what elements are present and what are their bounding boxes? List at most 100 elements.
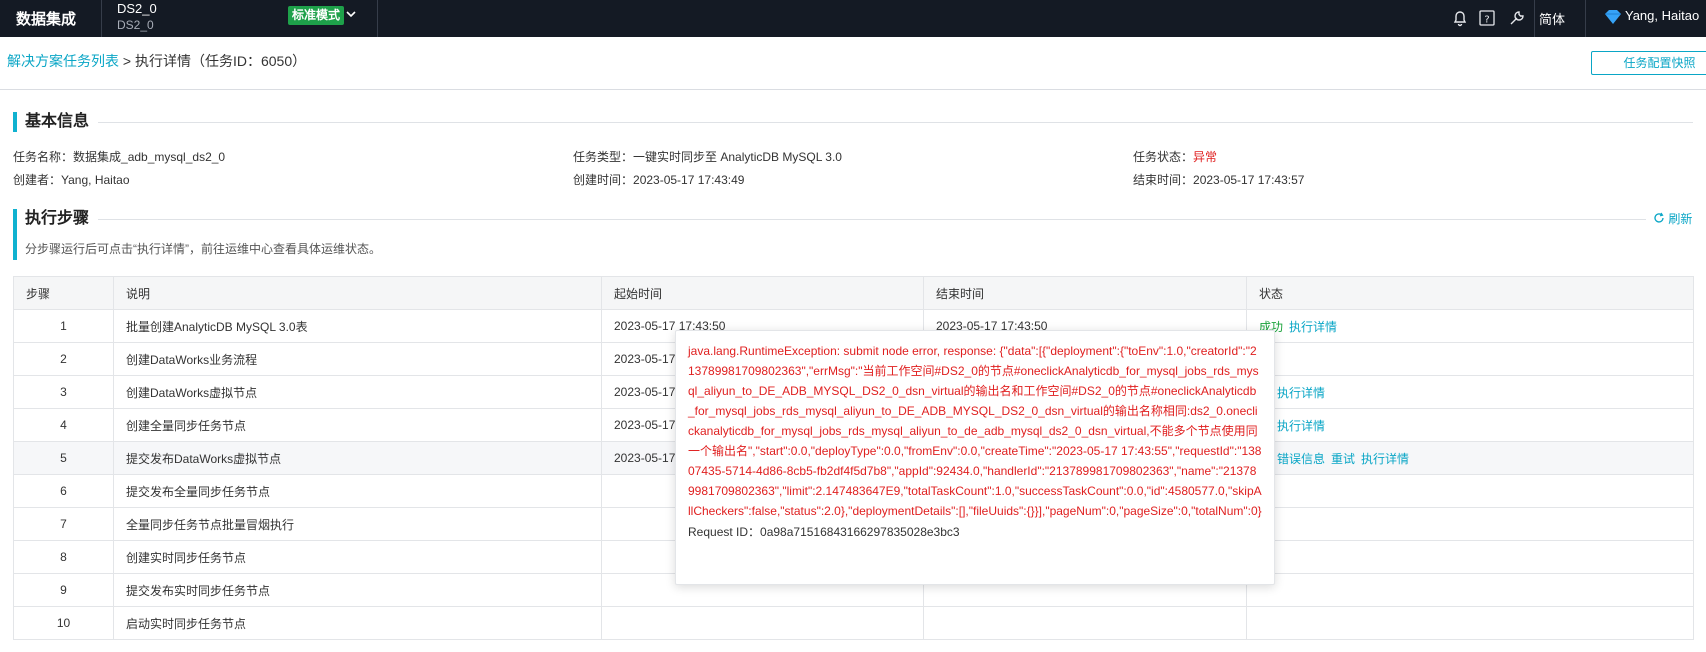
product-title[interactable]: 数据集成 (16, 8, 76, 29)
section-title: 执行步骤 (25, 210, 90, 227)
exec-detail-link[interactable]: 执行详情 (1361, 452, 1409, 466)
creator-value: Yang, Haitao (61, 173, 130, 187)
label: 创建时间： (573, 173, 634, 187)
hint-accent (13, 228, 17, 260)
step-status-cell: 功执行详情 (1246, 408, 1694, 442)
step-status-cell: 功 (1246, 342, 1694, 376)
task-config-snapshot-button[interactable]: 任务配置快照 (1591, 51, 1706, 75)
exec-detail-link[interactable]: 执行详情 (1277, 419, 1325, 433)
step-number: 9 (13, 573, 114, 607)
column-header: 步骤 (13, 276, 114, 310)
divider (1534, 0, 1535, 37)
bell-icon[interactable] (1449, 7, 1471, 29)
step-number: 10 (13, 606, 114, 640)
step-desc: 创建DataWorks业务流程 (113, 342, 602, 376)
step-status-cell (1246, 507, 1694, 541)
task-name-field: 任务名称：数据集成_adb_mysql_ds2_0 (13, 148, 225, 165)
section-title: 基本信息 (25, 113, 90, 130)
divider (101, 0, 102, 37)
task-type-value: 一键实时同步至 AnalyticDB MySQL 3.0 (633, 150, 842, 164)
task-status-field: 任务状态：异常 (1133, 148, 1217, 165)
retry-link[interactable]: 重试 (1331, 452, 1355, 466)
user-diamond-icon (1604, 9, 1622, 28)
step-desc: 创建DataWorks虚拟节点 (113, 375, 602, 409)
step-desc: 创建全量同步任务节点 (113, 408, 602, 442)
exec-detail-link[interactable]: 执行详情 (1289, 320, 1337, 334)
step-desc: 提交发布DataWorks虚拟节点 (113, 441, 602, 475)
svg-text:?: ? (1484, 15, 1489, 26)
step-number: 8 (13, 540, 114, 574)
divider (98, 122, 1693, 123)
divider (98, 219, 1646, 220)
creator-field: 创建者：Yang, Haitao (13, 171, 130, 188)
step-desc: 提交发布全量同步任务节点 (113, 474, 602, 508)
workspace-selector[interactable]: DS2_0 DS2_0 (117, 1, 157, 33)
section-accent (13, 209, 17, 229)
top-bar: 数据集成 DS2_0 DS2_0 标准模式 ? 简体 Yang, Haitao (0, 0, 1706, 37)
workspace-sub: DS2_0 (117, 18, 154, 32)
step-number: 4 (13, 408, 114, 442)
label: 任务状态： (1133, 150, 1194, 164)
step-number: 2 (13, 342, 114, 376)
refresh-button[interactable]: 刷新 (1653, 210, 1692, 227)
task-status-value: 异常 (1193, 150, 1218, 164)
step-desc: 提交发布实时同步任务节点 (113, 573, 602, 607)
column-header: 起始时间 (601, 276, 924, 310)
workspace-name: DS2_0 (117, 1, 157, 16)
divider (1585, 0, 1586, 37)
table-row: 10 启动实时同步任务节点 (13, 606, 1694, 640)
label: 创建者： (13, 173, 62, 187)
column-header: 状态 (1246, 276, 1694, 310)
refresh-label: 刷新 (1668, 212, 1693, 226)
divider (377, 0, 378, 37)
exec-detail-link[interactable]: 执行详情 (1277, 386, 1325, 400)
column-header: 说明 (113, 276, 602, 310)
divider (0, 89, 1706, 90)
error-info-link[interactable]: 错误信息 (1277, 452, 1325, 466)
steps-hint: 分步骤运行后可点击“执行详情”，前往运维中心查看具体运维状态。 (25, 242, 381, 256)
step-start (601, 606, 924, 640)
label: 任务名称： (13, 150, 74, 164)
step-number: 3 (13, 375, 114, 409)
language-switcher[interactable]: 简体 (1539, 9, 1565, 28)
mode-badge[interactable]: 标准模式 (288, 6, 345, 25)
create-time-field: 创建时间：2023-05-17 17:43:49 (573, 171, 744, 188)
label: 结束时间： (1133, 173, 1194, 187)
step-status-cell: 成功 执行详情 (1246, 309, 1694, 343)
request-id: Request ID：0a98a71516843166297835028e3bc… (688, 525, 960, 539)
refresh-icon (1654, 212, 1664, 223)
create-time-value: 2023-05-17 17:43:49 (633, 173, 745, 187)
step-status-cell (1246, 540, 1694, 574)
step-status-cell: 功执行详情 (1246, 375, 1694, 409)
column-header: 结束时间 (923, 276, 1247, 310)
end-time-value: 2023-05-17 17:43:57 (1193, 173, 1305, 187)
step-desc: 创建实时同步任务节点 (113, 540, 602, 574)
step-desc: 启动实时同步任务节点 (113, 606, 602, 640)
step-desc: 批量创建AnalyticDB MySQL 3.0表 (113, 309, 602, 343)
step-desc: 全量同步任务节点批量冒烟执行 (113, 507, 602, 541)
section-accent (13, 112, 17, 132)
chevron-down-icon[interactable] (345, 8, 357, 23)
wrench-icon[interactable] (1506, 7, 1528, 29)
error-popover: java.lang.RuntimeException: submit node … (675, 330, 1275, 585)
breadcrumb-link-task-list[interactable]: 解决方案任务列表 (7, 53, 119, 69)
table-header-row: 步骤 说明 起始时间 结束时间 状态 (13, 276, 1694, 310)
step-end (923, 606, 1247, 640)
label: 任务类型： (573, 150, 634, 164)
step-number: 6 (13, 474, 114, 508)
step-status-cell (1246, 606, 1694, 640)
step-number: 5 (13, 441, 114, 475)
breadcrumb-current: 执行详情（任务ID：6050） (134, 53, 307, 69)
error-message: java.lang.RuntimeException: submit node … (688, 344, 1262, 518)
breadcrumb-separator: > (119, 53, 135, 69)
step-number: 1 (13, 309, 114, 343)
help-icon[interactable]: ? (1476, 7, 1498, 29)
end-time-field: 结束时间：2023-05-17 17:43:57 (1133, 171, 1304, 188)
step-status-cell (1246, 474, 1694, 508)
breadcrumb: 解决方案任务列表 > 执行详情（任务ID：6050） (7, 51, 306, 71)
task-type-field: 任务类型：一键实时同步至 AnalyticDB MySQL 3.0 (573, 148, 842, 165)
task-name-value: 数据集成_adb_mysql_ds2_0 (73, 150, 226, 164)
user-menu[interactable]: Yang, Haitao (1625, 8, 1699, 23)
step-status-cell (1246, 573, 1694, 607)
step-status-cell: 常错误信息重试执行详情 (1246, 441, 1694, 475)
